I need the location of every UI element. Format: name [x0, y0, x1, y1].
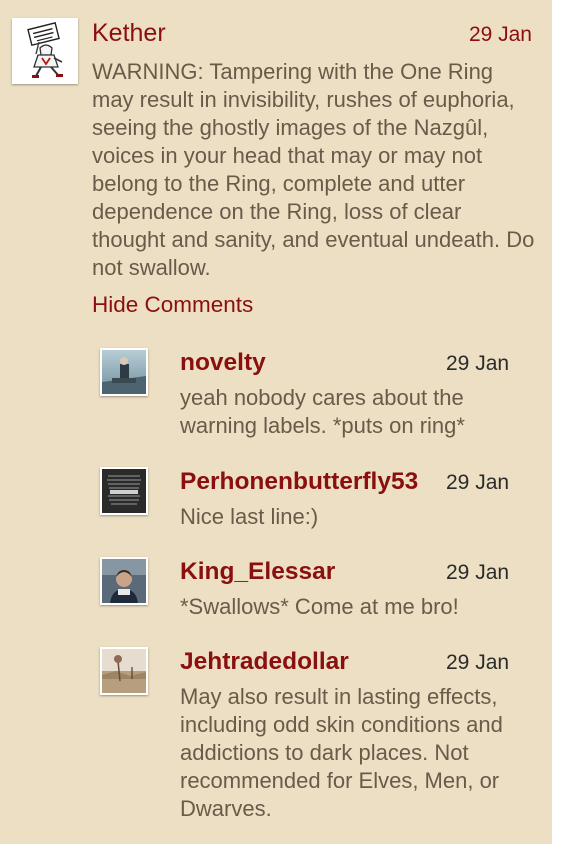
reply-author[interactable]: Jehtradedollar — [180, 647, 349, 677]
hide-comments-link[interactable]: Hide Comments — [92, 291, 253, 319]
reply-author[interactable]: novelty — [180, 348, 266, 378]
reply-body: Nice last line:) — [180, 504, 319, 529]
reply-body: May also result in lasting effects, incl… — [180, 684, 503, 821]
post-author[interactable]: Kether — [92, 18, 166, 48]
reply-body: yeah nobody cares about the warning labe… — [180, 385, 465, 438]
reply-date: 29 Jan — [446, 651, 510, 674]
comments-panel: Kether 29 Jan WARNING: Tampering with th… — [0, 0, 552, 844]
reply-body: *Swallows* Come at me bro! — [180, 594, 459, 619]
reply-date: 29 Jan — [446, 471, 510, 494]
reply-date: 29 Jan — [446, 352, 510, 375]
reply-date: 29 Jan — [446, 561, 510, 584]
photo-avatar-icon[interactable] — [100, 348, 148, 396]
portrait-avatar-icon[interactable] — [100, 557, 148, 605]
assassin-cartoon-avatar-icon[interactable] — [12, 18, 78, 84]
reply-author[interactable]: King_Elessar — [180, 557, 335, 587]
post-date: 29 Jan — [468, 23, 532, 46]
landscape-avatar-icon[interactable] — [100, 647, 148, 695]
text-poster-avatar-icon[interactable] — [100, 467, 148, 515]
post-body: WARNING: Tampering with the One Ring may… — [92, 59, 535, 280]
reply-author[interactable]: Perhonenbutterfly53 — [180, 467, 418, 497]
